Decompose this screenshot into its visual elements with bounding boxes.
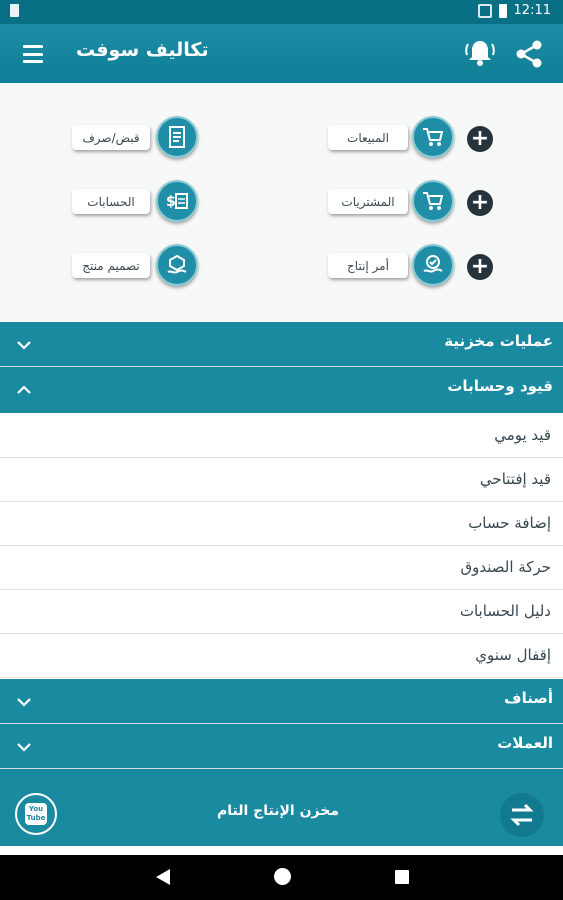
tile-purchases[interactable]: المشتريات	[328, 180, 456, 224]
back-icon[interactable]	[156, 869, 170, 885]
dashboard-grid: + المبيعات قبض/صرف + المشتريات الحسابات …	[0, 83, 563, 321]
list-item-add-account[interactable]: إضافة حساب	[0, 502, 563, 546]
tile-label: أمر إنتاج	[328, 253, 408, 278]
section-partial[interactable]	[0, 769, 563, 786]
product-design-icon	[156, 244, 198, 286]
share-icon[interactable]	[513, 38, 545, 70]
tile-label: تصميم منتج	[72, 253, 150, 278]
receipt-icon	[156, 116, 198, 158]
add-purchase-icon[interactable]: +	[467, 190, 493, 216]
list-item-label: إقفال سنوي	[475, 646, 551, 664]
section-warehouse-ops[interactable]: عمليات مخزنية	[0, 322, 563, 366]
money-icon: $	[156, 180, 198, 222]
production-icon	[412, 244, 454, 286]
list-item-opening-entry[interactable]: قيد إفتتاحي	[0, 458, 563, 502]
sim-icon	[10, 4, 19, 17]
section-currencies[interactable]: العملات	[0, 724, 563, 768]
tile-label: الحسابات	[72, 189, 150, 214]
youtube-icon[interactable]: You Tube	[15, 793, 57, 835]
system-nav-bar	[0, 855, 563, 900]
app-logo-icon[interactable]	[500, 793, 544, 837]
cart-icon	[412, 180, 454, 222]
chevron-down-icon	[17, 743, 31, 752]
list-item-label: دليل الحسابات	[459, 602, 551, 620]
section-label: أصناف	[504, 689, 553, 707]
section-label: عمليات مخزنية	[444, 332, 553, 350]
list-item-label: قيد يومي	[494, 426, 551, 444]
chevron-down-icon	[17, 341, 31, 350]
svg-text:$: $	[166, 194, 176, 210]
wifi-icon	[477, 3, 492, 18]
app-title: تكاليف سوفت	[76, 39, 209, 61]
tile-sales[interactable]: المبيعات	[328, 116, 456, 160]
list-item-label: إضافة حساب	[468, 514, 551, 532]
status-bar: 12:11	[0, 0, 563, 24]
tile-label: المشتريات	[328, 189, 408, 214]
status-time: 12:11	[513, 3, 551, 18]
tile-receipts[interactable]: قبض/صرف	[72, 116, 200, 160]
youtube-word-2: Tube	[26, 814, 46, 822]
chevron-up-icon	[17, 385, 31, 394]
list-item-label: حركة الصندوق	[460, 558, 551, 576]
menu-icon[interactable]	[18, 42, 48, 66]
list-item-annual-closing[interactable]: إقفال سنوي	[0, 634, 563, 678]
battery-icon	[498, 3, 507, 18]
recent-apps-icon[interactable]	[395, 870, 409, 884]
bottom-banner: You Tube مخزن الإنتاج التام	[0, 786, 563, 846]
list-item-label: قيد إفتتاحي	[479, 470, 551, 488]
bell-icon[interactable]	[464, 38, 496, 68]
app-bar: تكاليف سوفت	[0, 24, 563, 83]
add-sale-icon[interactable]: +	[467, 126, 493, 152]
tile-production-order[interactable]: أمر إنتاج	[328, 244, 456, 288]
cart-icon	[412, 116, 454, 158]
list-item-cash-movement[interactable]: حركة الصندوق	[0, 546, 563, 590]
add-production-order-icon[interactable]: +	[467, 254, 493, 280]
section-items[interactable]: أصناف	[0, 679, 563, 723]
list-item-chart-of-accounts[interactable]: دليل الحسابات	[0, 590, 563, 634]
list-item-daily-entry[interactable]: قيد يومي	[0, 414, 563, 458]
home-icon[interactable]	[274, 868, 291, 885]
banner-title: مخزن الإنتاج التام	[217, 803, 339, 819]
section-label: العملات	[497, 734, 553, 752]
tile-label: قبض/صرف	[72, 125, 150, 150]
youtube-word-1: You	[28, 805, 44, 813]
section-entries-accounts[interactable]: قيود وحسابات	[0, 367, 563, 413]
tile-accounts[interactable]: الحسابات $	[72, 180, 200, 224]
tile-product-design[interactable]: تصميم منتج	[72, 244, 200, 288]
section-label: قيود وحسابات	[447, 377, 553, 395]
tile-label: المبيعات	[328, 125, 408, 150]
chevron-down-icon	[17, 698, 31, 707]
